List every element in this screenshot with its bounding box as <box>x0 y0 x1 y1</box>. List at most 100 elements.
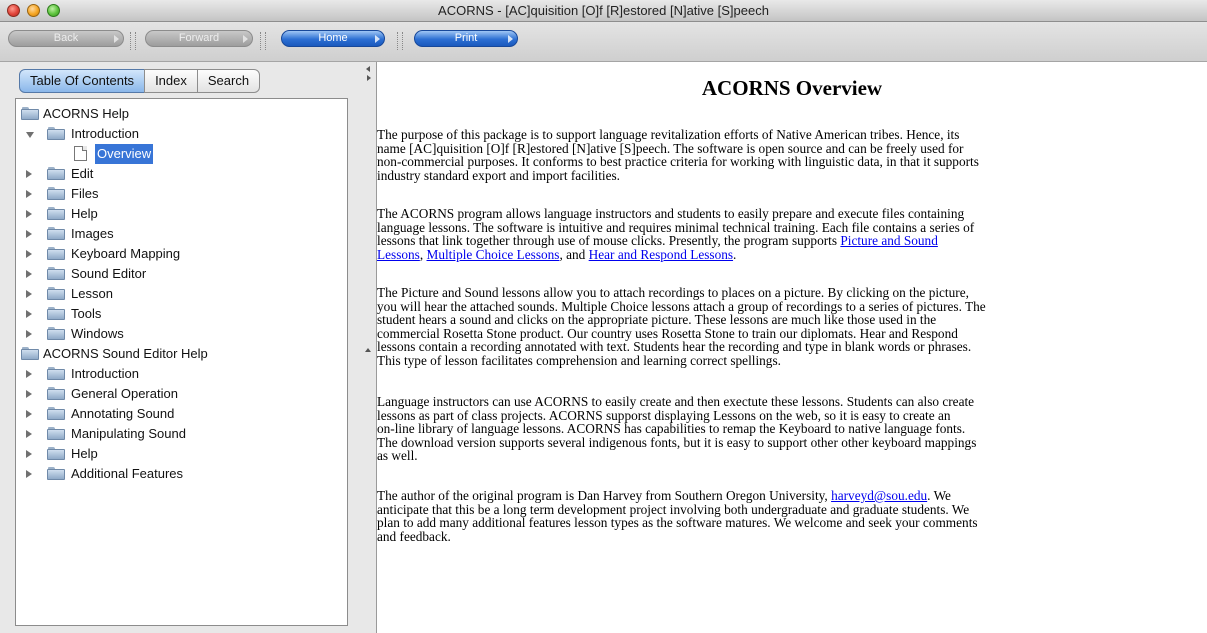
tree-item-label: Lesson <box>71 286 113 301</box>
expand-right-icon[interactable] <box>367 75 371 81</box>
folder-icon <box>47 367 65 381</box>
tree-item-se-introduction[interactable]: Introduction <box>26 364 336 384</box>
tree-item-images[interactable]: Images <box>26 224 336 244</box>
text-line: The author of the original program is Da… <box>377 489 1203 503</box>
text-line: industry standard export and import faci… <box>377 167 620 183</box>
folder-icon <box>21 347 39 361</box>
tree-item-acorns-help[interactable]: ACORNS Help <box>19 104 339 124</box>
expand-open-icon[interactable] <box>26 132 34 138</box>
folder-icon <box>47 307 65 321</box>
paragraph-lesson-types: The Picture and Sound lessons allow you … <box>377 286 1203 367</box>
expand-closed-icon[interactable] <box>26 270 32 278</box>
link-picture-and-sound-lessons-cont[interactable]: Lessons <box>377 247 420 262</box>
text-segment: . <box>733 246 737 262</box>
forward-arrow-icon <box>243 35 248 43</box>
title-bar: ACORNS - [AC]quisition [O]f [R]estored [… <box>0 0 1207 22</box>
tree-item-label: Help <box>71 206 98 221</box>
tree-item-label: Additional Features <box>71 466 184 481</box>
back-button-label: Back <box>53 32 79 44</box>
collapse-left-icon[interactable] <box>366 66 370 72</box>
folder-icon <box>47 167 65 181</box>
text-line: Language instructors can use ACORNS to e… <box>377 394 975 409</box>
split-pane-divider[interactable] <box>362 62 377 633</box>
divider-grip-icon[interactable] <box>365 348 371 352</box>
link-hear-and-respond-lessons[interactable]: Hear and Respond Lessons <box>589 247 733 262</box>
expand-closed-icon[interactable] <box>26 170 32 178</box>
tree-item-lesson[interactable]: Lesson <box>26 284 336 304</box>
tree-item-label: General Operation <box>71 386 178 401</box>
folder-icon <box>47 427 65 441</box>
navigation-pane: Table Of Contents Index Search ACORNS He… <box>0 62 362 633</box>
tree-item-label: ACORNS Sound Editor Help <box>43 346 208 361</box>
tree-item-tools[interactable]: Tools <box>26 304 336 324</box>
folder-icon <box>21 107 39 121</box>
navigation-tabs: Table Of Contents Index Search <box>19 69 261 93</box>
link-author-email[interactable]: harveyd@sou.edu <box>831 488 927 503</box>
expand-closed-icon[interactable] <box>26 290 32 298</box>
folder-icon <box>47 227 65 241</box>
tree-item-se-annotating-sound[interactable]: Annotating Sound <box>26 404 336 424</box>
text-line: non-commercial purposes. It conforms to … <box>377 154 979 169</box>
back-button[interactable]: Back <box>8 30 124 47</box>
expand-closed-icon[interactable] <box>26 450 32 458</box>
expand-closed-icon[interactable] <box>26 250 32 258</box>
tree-item-files[interactable]: Files <box>26 184 336 204</box>
text-line: plan to add many additional features les… <box>377 515 978 530</box>
folder-icon <box>47 267 65 281</box>
tree-item-label: Files <box>71 186 99 201</box>
print-arrow-icon <box>508 35 513 43</box>
folder-icon <box>47 387 65 401</box>
link-multiple-choice-lessons[interactable]: Multiple Choice Lessons <box>427 247 560 262</box>
expand-closed-icon[interactable] <box>26 310 32 318</box>
tab-table-of-contents[interactable]: Table Of Contents <box>19 69 146 93</box>
expand-closed-icon[interactable] <box>26 390 32 398</box>
tree-item-sound-editor[interactable]: Sound Editor <box>26 264 336 284</box>
tab-index[interactable]: Index <box>144 69 198 93</box>
text-segment: , and <box>559 246 589 262</box>
tree-item-se-manipulating-sound[interactable]: Manipulating Sound <box>26 424 336 444</box>
print-button[interactable]: Print <box>414 30 518 47</box>
expand-closed-icon[interactable] <box>26 330 32 338</box>
expand-closed-icon[interactable] <box>26 190 32 198</box>
tree-item-label: Windows <box>71 326 124 341</box>
tree-item-help[interactable]: Help <box>26 204 336 224</box>
text-line: lessons contain a recording annotated wi… <box>377 339 972 354</box>
expand-closed-icon[interactable] <box>26 210 32 218</box>
tree-item-windows[interactable]: Windows <box>26 324 336 344</box>
home-button[interactable]: Home <box>281 30 385 47</box>
tree-item-keyboard-mapping[interactable]: Keyboard Mapping <box>26 244 336 264</box>
text-line: lessons that link together through use o… <box>377 234 1203 248</box>
tree-item-se-help[interactable]: Help <box>26 444 336 464</box>
tree-item-introduction[interactable]: Introduction <box>26 124 336 144</box>
tree-item-label: Introduction <box>71 366 139 381</box>
folder-icon <box>47 207 65 221</box>
link-picture-and-sound-lessons[interactable]: Picture and Sound <box>840 233 938 248</box>
text-line: The ACORNS program allows language instr… <box>377 206 965 221</box>
toolbar-separator <box>260 32 266 50</box>
expand-closed-icon[interactable] <box>26 230 32 238</box>
expand-closed-icon[interactable] <box>26 410 32 418</box>
expand-closed-icon[interactable] <box>26 430 32 438</box>
expand-closed-icon[interactable] <box>26 470 32 478</box>
text-line: commercial Rosetta Stone product. Our co… <box>377 325 958 341</box>
page-title: ACORNS Overview <box>701 76 883 100</box>
folder-icon <box>47 327 65 341</box>
tree-item-label: Overview <box>95 144 154 164</box>
expand-closed-icon[interactable] <box>26 370 32 378</box>
tree-item-edit[interactable]: Edit <box>26 164 336 184</box>
paragraph-instructors: Language instructors can use ACORNS to e… <box>377 395 1203 463</box>
text-line: The download version supports several in… <box>377 434 977 450</box>
forward-button[interactable]: Forward <box>145 30 253 47</box>
tree-item-overview[interactable]: Overview <box>74 144 194 164</box>
table-of-contents-tree: ACORNS Help Introduction Overview Edit F… <box>15 98 348 626</box>
home-button-label: Home <box>318 32 348 44</box>
tab-search[interactable]: Search <box>196 69 261 93</box>
tree-item-se-additional-features[interactable]: Additional Features <box>26 464 336 484</box>
tree-item-sound-editor-help[interactable]: ACORNS Sound Editor Help <box>19 344 339 364</box>
toolbar: Back Forward Home Print <box>0 22 1207 62</box>
tree-item-label: Sound Editor <box>71 266 147 281</box>
tree-item-se-general-operation[interactable]: General Operation <box>26 384 336 404</box>
text-line: as well. <box>377 448 418 463</box>
tree-item-label: Manipulating Sound <box>71 426 186 441</box>
paragraph-author: The author of the original program is Da… <box>377 489 1203 543</box>
